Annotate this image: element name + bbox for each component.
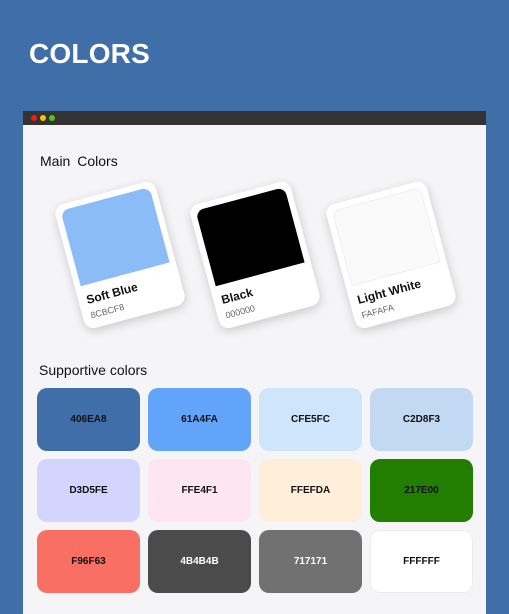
color-tile[interactable]: 217E00 bbox=[370, 459, 473, 522]
color-tile[interactable]: 717171 bbox=[259, 530, 362, 593]
app-window: Main Colors Soft Blue 8CBCF8 Black 00000… bbox=[23, 111, 486, 614]
page-title: COLORS bbox=[29, 38, 150, 69]
color-tile[interactable]: F96F63 bbox=[37, 530, 140, 593]
window-titlebar bbox=[23, 111, 486, 125]
color-tile[interactable]: FFE4F1 bbox=[148, 459, 251, 522]
supportive-colors-heading: Supportive colors bbox=[39, 362, 148, 378]
color-tile[interactable]: 61A4FA bbox=[148, 388, 251, 451]
main-color-card[interactable]: Black 000000 bbox=[188, 179, 322, 331]
color-hex: 000000 bbox=[224, 303, 257, 321]
color-name: Soft Blue bbox=[84, 279, 140, 307]
color-tile[interactable]: FFFFFF bbox=[370, 530, 473, 593]
supportive-colors-grid: 406EA8 61A4FA CFE5FC C2D8F3 D3D5FE FFE4F… bbox=[37, 388, 473, 593]
main-colors-heading: Main Colors bbox=[40, 153, 118, 169]
color-tile[interactable]: FFEFDA bbox=[259, 459, 362, 522]
color-tile[interactable]: 406EA8 bbox=[37, 388, 140, 451]
main-color-card[interactable]: Soft Blue 8CBCF8 bbox=[53, 179, 187, 331]
color-tile[interactable]: 4B4B4B bbox=[148, 530, 251, 593]
color-tile[interactable]: C2D8F3 bbox=[370, 388, 473, 451]
color-chip bbox=[60, 187, 170, 287]
color-chip bbox=[331, 187, 441, 287]
color-tile[interactable]: D3D5FE bbox=[37, 459, 140, 522]
close-window-icon[interactable] bbox=[31, 115, 37, 121]
color-chip bbox=[195, 187, 305, 287]
minimize-window-icon[interactable] bbox=[40, 115, 46, 121]
maximize-window-icon[interactable] bbox=[49, 115, 55, 121]
color-tile[interactable]: CFE5FC bbox=[259, 388, 362, 451]
main-color-card[interactable]: Light White FAFAFA bbox=[324, 179, 458, 331]
